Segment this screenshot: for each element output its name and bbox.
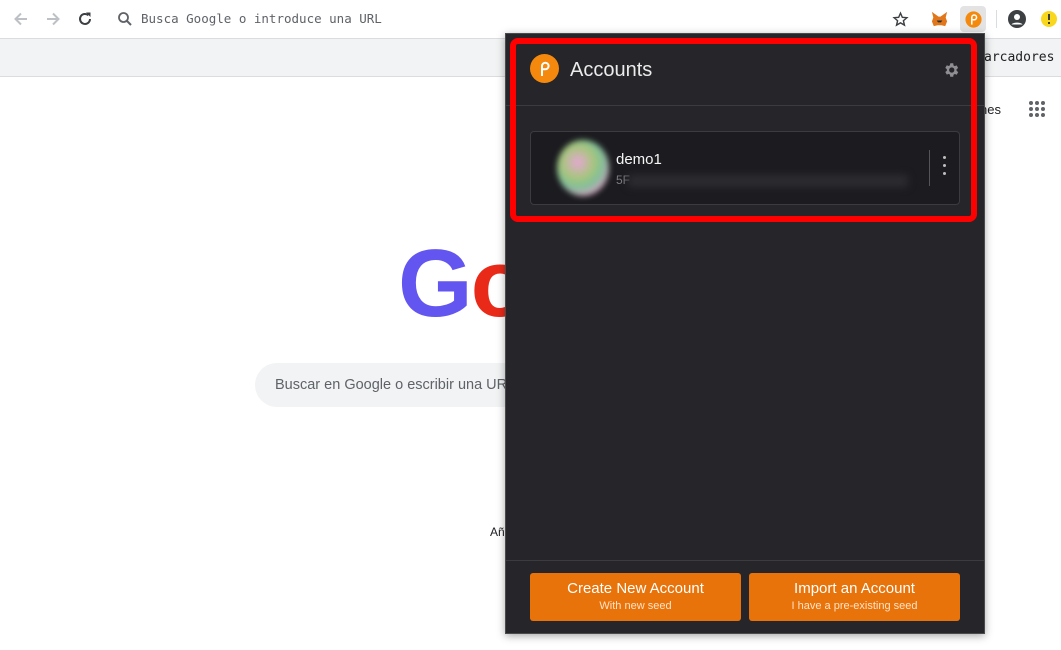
- other-bookmarks-link[interactable]: arcadores: [984, 50, 1054, 65]
- update-button[interactable]: [1038, 8, 1060, 30]
- polkadot-logo-icon: [964, 10, 982, 28]
- arrow-left-icon: [14, 12, 27, 26]
- import-account-label: Import an Account: [794, 580, 915, 597]
- bookmark-star-button[interactable]: [889, 8, 911, 30]
- metamask-extension-button[interactable]: [928, 8, 950, 30]
- alert-icon: [1041, 11, 1057, 27]
- polkadot-extension-button[interactable]: [960, 6, 986, 32]
- create-account-label: Create New Account: [567, 580, 704, 597]
- fox-icon: [931, 11, 947, 26]
- highlight-box: [510, 38, 977, 222]
- create-account-sublabel: With new seed: [599, 600, 672, 612]
- import-account-button[interactable]: Import an Account I have a pre-existing …: [749, 573, 960, 621]
- apps-grid-icon: [1029, 101, 1045, 117]
- popup-footer: Create New Account With new seed Import …: [506, 560, 984, 633]
- omnibox-search-icon: [117, 11, 133, 32]
- toolbar-divider: [996, 10, 997, 28]
- create-account-button[interactable]: Create New Account With new seed: [530, 573, 741, 621]
- add-shortcut-label[interactable]: Añ: [490, 525, 505, 539]
- google-search-placeholder: Buscar en Google o escribir una URL: [275, 377, 516, 393]
- profile-button[interactable]: [1006, 8, 1028, 30]
- import-account-sublabel: I have a pre-existing seed: [791, 600, 918, 612]
- google-apps-button[interactable]: [1028, 100, 1046, 123]
- back-button[interactable]: [9, 7, 33, 31]
- google-logo-letter: G: [398, 230, 473, 337]
- reload-button[interactable]: [73, 7, 97, 31]
- forward-button[interactable]: [41, 7, 65, 31]
- omnibox-input[interactable]: Busca Google o introduce una URL: [141, 11, 382, 26]
- account-circle-icon: [1008, 10, 1026, 28]
- star-icon: [891, 10, 909, 27]
- arrow-right-icon: [47, 12, 60, 26]
- reload-icon: [79, 12, 91, 25]
